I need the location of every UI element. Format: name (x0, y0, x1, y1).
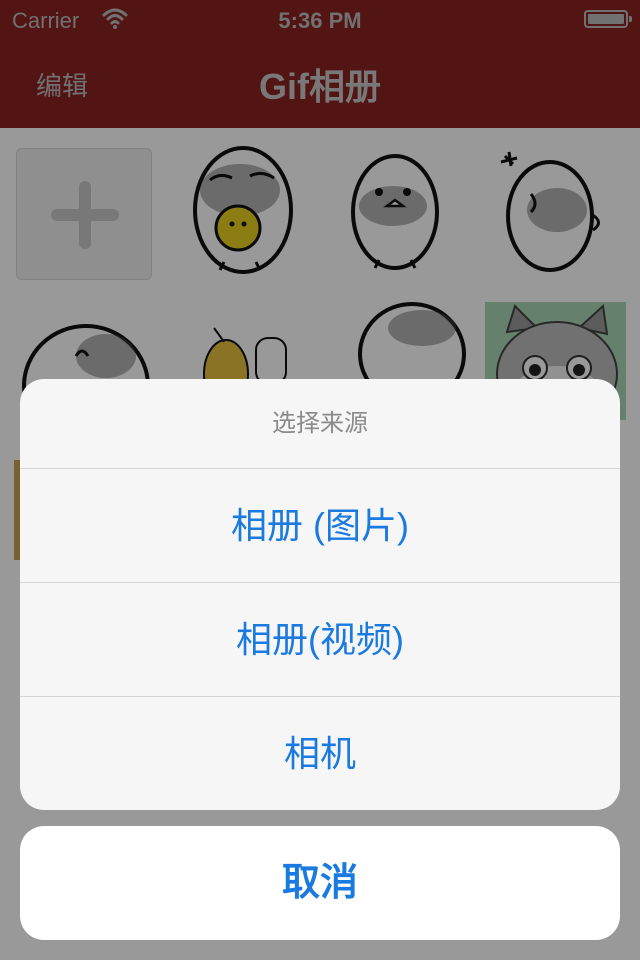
source-action-sheet: 选择来源 相册 (图片) 相册(视频) 相机 (20, 379, 620, 810)
photo-album-images-button[interactable]: 相册 (图片) (20, 468, 620, 581)
cancel-button[interactable]: 取消 (20, 826, 620, 940)
camera-button[interactable]: 相机 (20, 696, 620, 809)
action-sheet-title: 选择来源 (272, 410, 368, 437)
photo-album-videos-button[interactable]: 相册(视频) (20, 582, 620, 695)
